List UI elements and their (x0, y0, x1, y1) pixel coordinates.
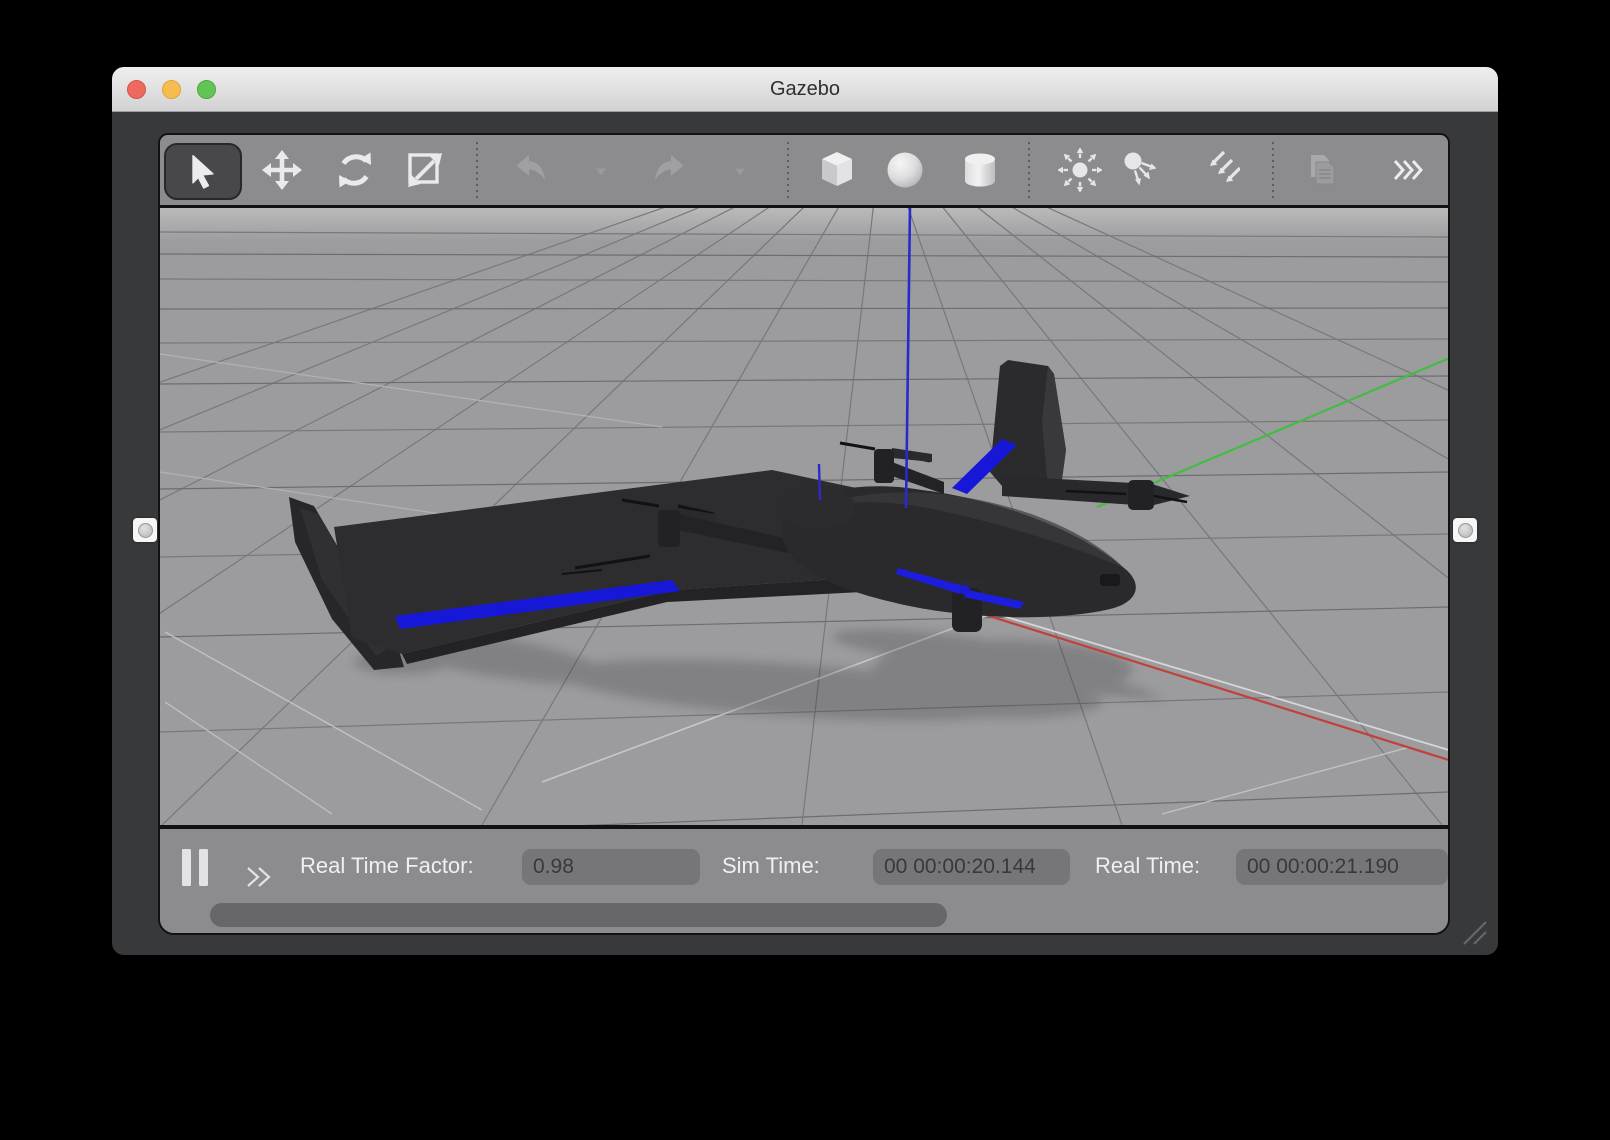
undo-button[interactable] (507, 146, 555, 194)
scale-tool-button[interactable] (401, 146, 449, 194)
caret-down-icon (732, 164, 748, 178)
horizontal-scrollbar-thumb[interactable] (210, 903, 947, 927)
cylinder-icon (958, 148, 1002, 192)
real-time-factor-label: Real Time Factor: (300, 852, 474, 880)
pause-icon (182, 849, 208, 886)
toolbar-separator (787, 142, 789, 200)
desktop: { "window": { "title": "Gazebo" }, "titl… (0, 0, 1610, 1140)
splitter-knob (1458, 523, 1473, 538)
insert-sphere-button[interactable] (881, 146, 929, 194)
close-button[interactable] (127, 80, 146, 99)
cube-icon (815, 148, 859, 192)
select-tool-button[interactable] (164, 143, 242, 200)
resize-grip-icon (1460, 918, 1490, 946)
sim-time-label: Sim Time: (722, 852, 820, 880)
step-button[interactable] (243, 865, 277, 889)
gazebo-window: Gazebo (112, 67, 1498, 955)
real-time-factor-value: 0.98 (522, 849, 700, 885)
minimize-button[interactable] (162, 80, 181, 99)
caret-down-icon (593, 164, 609, 178)
right-splitter-handle[interactable] (1453, 518, 1477, 542)
point-light-button[interactable] (1056, 146, 1104, 194)
sphere-icon (883, 148, 927, 192)
toolbar-separator (1272, 142, 1274, 200)
scale-box-icon (403, 148, 447, 192)
redo-arrow-icon (647, 148, 691, 192)
cursor-icon (183, 152, 223, 192)
window-title: Gazebo (112, 67, 1498, 111)
real-time-value: 00 00:00:21.190 (1236, 849, 1448, 885)
copy-button[interactable] (1298, 146, 1346, 194)
copy-pages-icon (1300, 148, 1344, 192)
redo-button[interactable] (645, 146, 693, 194)
titlebar[interactable]: Gazebo (112, 67, 1498, 112)
translate-tool-button[interactable] (258, 146, 306, 194)
directional-light-icon (1196, 148, 1240, 192)
traffic-lights (127, 80, 216, 99)
blue-prop-blade-line (819, 464, 820, 500)
undo-history-button[interactable] (593, 164, 609, 178)
render-viewport[interactable] (160, 208, 1448, 829)
scene-canvas (160, 208, 1448, 825)
step-forward-chevrons-icon (245, 865, 275, 889)
sim-time-value: 00 00:00:20.144 (873, 849, 1070, 885)
main-content: Real Time Factor: 0.98 Sim Time: 00 00:0… (158, 133, 1450, 935)
spot-light-icon (1118, 148, 1162, 192)
toolbar (160, 135, 1448, 208)
pause-button[interactable] (181, 848, 209, 886)
directional-light-button[interactable] (1194, 146, 1242, 194)
resize-grip[interactable] (1460, 918, 1490, 951)
real-time-label: Real Time: (1095, 852, 1200, 880)
splitter-knob (138, 523, 153, 538)
undo-arrow-icon (509, 148, 553, 192)
overflow-chevrons-icon (1392, 155, 1426, 185)
point-light-icon (1058, 148, 1102, 192)
rotate-tool-button[interactable] (331, 146, 379, 194)
horizon-glow (160, 208, 1448, 242)
insert-cylinder-button[interactable] (956, 146, 1004, 194)
toolbar-separator (476, 142, 478, 200)
statusbar: Real Time Factor: 0.98 Sim Time: 00 00:0… (160, 829, 1448, 933)
toolbar-separator (1028, 142, 1030, 200)
more-tools-button[interactable] (1385, 146, 1433, 194)
rotate-arrows-icon (333, 148, 377, 192)
spot-light-button[interactable] (1116, 146, 1164, 194)
left-splitter-handle[interactable] (133, 518, 157, 542)
redo-history-button[interactable] (732, 164, 748, 178)
zoom-button[interactable] (197, 80, 216, 99)
move-arrows-icon (260, 148, 304, 192)
insert-box-button[interactable] (813, 146, 861, 194)
